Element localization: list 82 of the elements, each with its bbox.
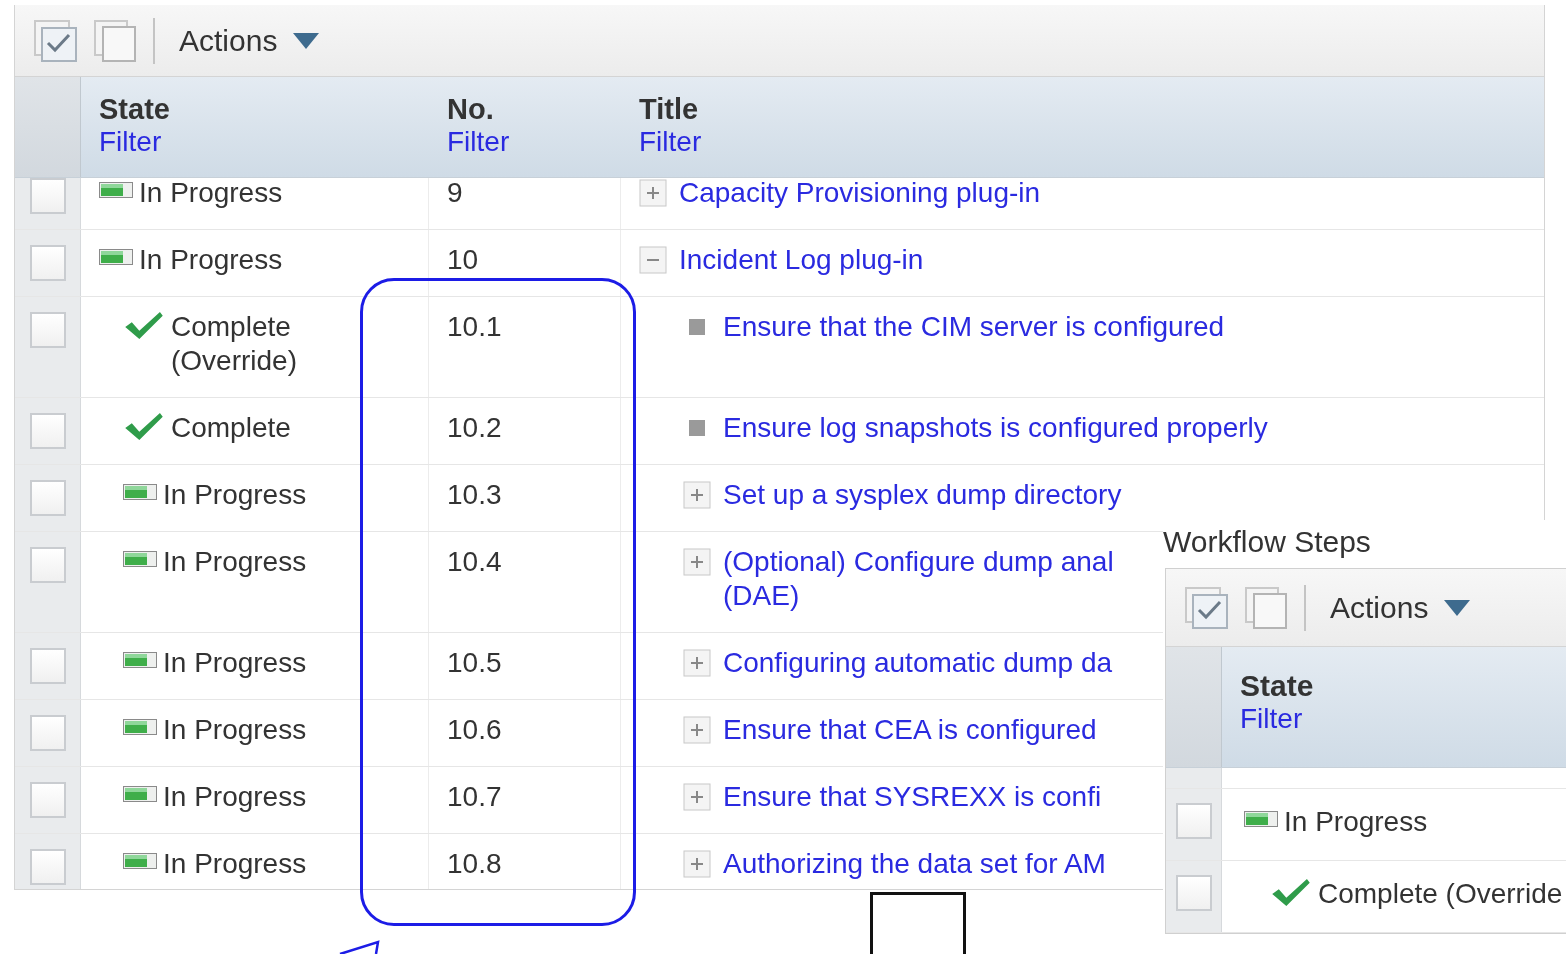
panel-title: Workflow Steps bbox=[1163, 524, 1372, 560]
filter-link[interactable]: Filter bbox=[639, 126, 1526, 158]
progress-bar-icon bbox=[123, 484, 157, 500]
filter-link[interactable]: Filter bbox=[1240, 703, 1548, 735]
state-text: In Progress bbox=[163, 847, 307, 881]
step-title-link[interactable]: Authorizing the data set for AM bbox=[723, 847, 1106, 881]
row-checkbox[interactable] bbox=[29, 178, 66, 214]
step-number: 9 bbox=[429, 178, 621, 229]
expand-icon[interactable] bbox=[683, 783, 711, 811]
step-number: 10.6 bbox=[429, 700, 621, 766]
expand-icon[interactable] bbox=[683, 548, 711, 576]
row-checkbox[interactable] bbox=[29, 312, 66, 348]
state-text: In Progress bbox=[139, 243, 283, 277]
progress-bar-icon bbox=[123, 853, 157, 869]
row-checkbox[interactable] bbox=[29, 413, 66, 449]
step-number: 10.3 bbox=[429, 465, 621, 531]
step-number: 10.7 bbox=[429, 767, 621, 833]
row-checkbox[interactable] bbox=[29, 245, 66, 281]
step-number: 10.8 bbox=[429, 834, 621, 889]
progress-bar-icon bbox=[1244, 811, 1278, 827]
step-title-link[interactable]: Ensure that CEA is configured bbox=[723, 713, 1097, 747]
row-checkbox[interactable] bbox=[1175, 803, 1212, 839]
step-title-link[interactable]: Set up a sysplex dump directory bbox=[723, 478, 1122, 512]
checkmark-icon bbox=[123, 310, 165, 340]
step-title-link[interactable]: Incident Log plug-in bbox=[679, 243, 924, 277]
progress-bar-icon bbox=[123, 719, 157, 735]
state-text: Complete (Override bbox=[1318, 877, 1563, 911]
row-checkbox[interactable] bbox=[29, 480, 66, 516]
step-title-link[interactable]: (Optional) Configure dump anal (DAE) bbox=[723, 545, 1114, 613]
expand-icon[interactable] bbox=[683, 649, 711, 677]
checkmark-icon bbox=[1270, 877, 1312, 907]
state-text: In Progress bbox=[163, 713, 307, 747]
state-text: In Progress bbox=[163, 545, 307, 579]
column-header[interactable]: State bbox=[99, 93, 411, 126]
copy-icon[interactable] bbox=[93, 18, 139, 63]
progress-bar-icon bbox=[99, 182, 133, 198]
step-title-link[interactable]: Configuring automatic dump da bbox=[723, 646, 1113, 680]
progress-bar-icon bbox=[99, 249, 133, 265]
expand-icon[interactable] bbox=[639, 179, 667, 207]
caret-icon bbox=[1444, 599, 1471, 616]
step-number: 10.5 bbox=[429, 633, 621, 699]
step-number: 10.2 bbox=[429, 398, 621, 464]
select-all-icon[interactable] bbox=[1184, 585, 1230, 630]
column-header[interactable]: No. bbox=[447, 93, 603, 126]
step-number: 10.1 bbox=[429, 297, 621, 397]
progress-bar-icon bbox=[123, 551, 157, 567]
select-all-icon[interactable] bbox=[33, 18, 79, 63]
expand-icon[interactable] bbox=[683, 850, 711, 878]
row-checkbox[interactable] bbox=[29, 849, 66, 885]
row-checkbox[interactable] bbox=[1175, 875, 1212, 911]
step-number: 10.4 bbox=[429, 532, 621, 632]
step-title-link[interactable]: Ensure log snapshots is configured properly bbox=[723, 411, 1268, 445]
step-number: 10 bbox=[429, 230, 621, 296]
expand-icon[interactable] bbox=[683, 481, 711, 509]
state-text: In Progress bbox=[163, 478, 307, 512]
collapse-icon[interactable] bbox=[639, 246, 667, 274]
column-header[interactable]: State bbox=[1240, 669, 1548, 703]
actions-menu-button[interactable]: Actions bbox=[1324, 586, 1477, 629]
state-text: In Progress bbox=[139, 178, 283, 210]
step-title-link[interactable]: Ensure that the CIM server is configured bbox=[723, 310, 1225, 344]
state-text: Complete (Override) bbox=[171, 310, 298, 378]
progress-bar-icon bbox=[123, 786, 157, 802]
caret-icon bbox=[293, 32, 320, 49]
column-header[interactable]: Title bbox=[639, 93, 1526, 126]
copy-icon[interactable] bbox=[1244, 585, 1290, 630]
step-title-link[interactable]: Capacity Provisioning plug-in bbox=[679, 178, 1041, 210]
row-checkbox[interactable] bbox=[29, 547, 66, 583]
row-checkbox[interactable] bbox=[29, 782, 66, 818]
progress-bar-icon bbox=[123, 652, 157, 668]
state-text: In Progress bbox=[163, 646, 307, 680]
row-checkbox[interactable] bbox=[29, 648, 66, 684]
row-checkbox[interactable] bbox=[29, 715, 66, 751]
callout-tail bbox=[338, 940, 382, 954]
checkmark-icon bbox=[123, 411, 165, 441]
filter-link[interactable]: Filter bbox=[447, 126, 603, 158]
step-title-link[interactable]: Ensure that SYSREXX is confi bbox=[723, 780, 1102, 814]
filter-link[interactable]: Filter bbox=[99, 126, 411, 158]
state-text: In Progress bbox=[1284, 805, 1428, 839]
state-text: In Progress bbox=[163, 780, 307, 814]
expand-icon[interactable] bbox=[683, 716, 711, 744]
state-text: Complete bbox=[171, 411, 291, 445]
actions-menu-button[interactable]: Actions bbox=[173, 19, 326, 62]
